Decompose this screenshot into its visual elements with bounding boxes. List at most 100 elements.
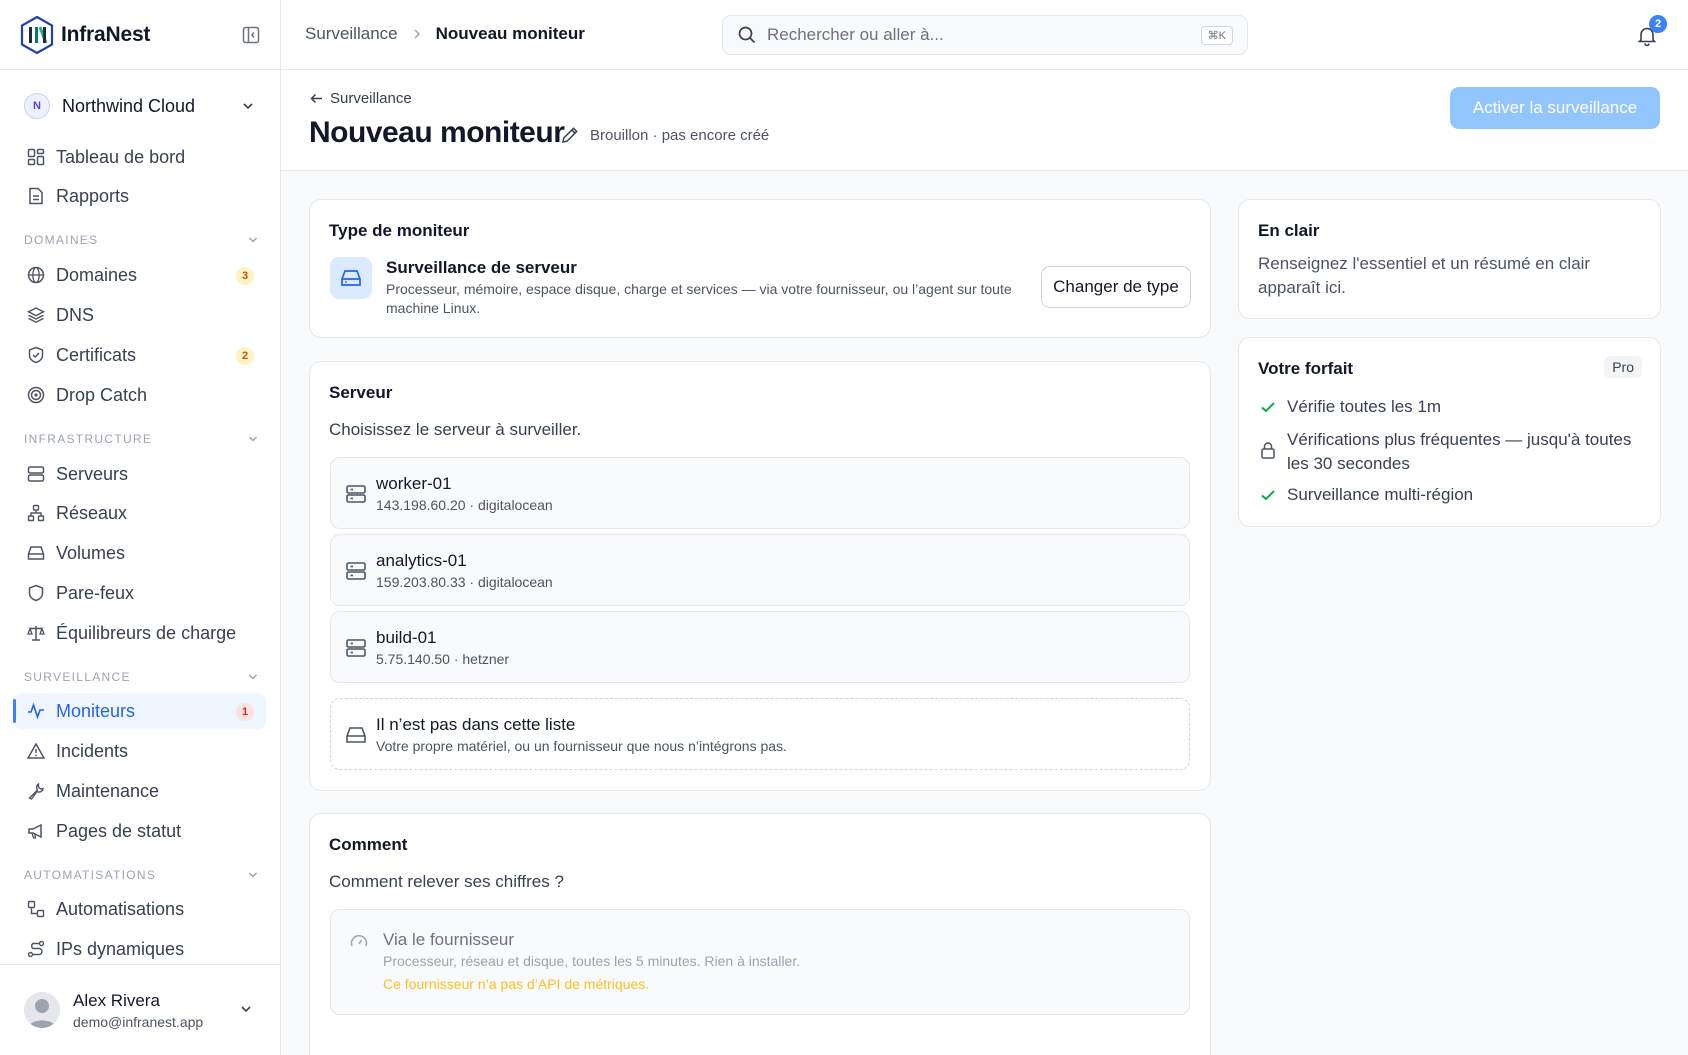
monitor-type-description: Processeur, mémoire, espace disque, char…: [386, 281, 1012, 316]
sidebar-item-volumes[interactable]: Volumes: [14, 535, 266, 571]
server-icon: [346, 562, 366, 580]
sidebar-item-label: Domaines: [56, 264, 138, 285]
monitor-type-name: Surveillance de serveur: [386, 258, 577, 277]
server-option-other[interactable]: Il n’est pas dans cette liste Votre prop…: [330, 698, 1190, 770]
server-card: Serveur Choisissez le serveur à surveill…: [309, 361, 1211, 791]
sidebar-collapse-icon[interactable]: [242, 26, 260, 44]
sidebar-item-servers[interactable]: Serveurs: [14, 456, 266, 492]
dashboard-icon: [26, 147, 46, 167]
back-link[interactable]: Surveillance: [309, 90, 412, 107]
sidebar-item-label: Certificats: [56, 344, 137, 365]
sidebar-item-incidents[interactable]: Incidents: [14, 733, 266, 769]
section-label: AUTOMATISATIONS: [24, 868, 157, 882]
server-option[interactable]: worker-01 143.198.60.20 · digitalocean: [330, 457, 1190, 529]
sidebar-item-label: Incidents: [56, 740, 129, 761]
section-monitoring[interactable]: SURVEILLANCE: [24, 668, 260, 686]
sidebar-item-label: DNS: [56, 304, 95, 325]
draft-status: Brouillon · pas encore créé: [590, 127, 770, 144]
plan-feature-locked: Vérifications plus fréquentes — jusqu'à …: [1258, 428, 1637, 476]
user-name: Alex Rivera: [73, 990, 160, 1010]
sidebar-item-monitors[interactable]: Moniteurs 1: [13, 693, 266, 729]
chevron-down-icon: [248, 872, 258, 878]
plan-feature: Surveillance multi-région: [1258, 483, 1637, 507]
method-warning: Ce fournisseur n’a pas d’API de métrique…: [383, 976, 650, 992]
section-infrastructure[interactable]: INFRASTRUCTURE: [24, 430, 260, 448]
chevron-down-icon: [248, 436, 258, 442]
layers-icon: [26, 305, 46, 325]
gauge-icon: [350, 935, 368, 947]
plan-card: Votre forfait Pro Vérifie toutes les 1m …: [1238, 337, 1661, 527]
org-switcher[interactable]: N Northwind Cloud: [0, 86, 280, 126]
server-name: build-01: [376, 628, 437, 647]
server-meta: 159.203.80.33 · digitalocean: [376, 574, 553, 590]
change-type-button[interactable]: Changer de type: [1041, 266, 1191, 308]
infranest-logo-icon: [20, 15, 54, 54]
chevron-down-icon: [241, 1006, 251, 1013]
card-title: Type de moniteur: [329, 221, 470, 240]
lock-icon: [1261, 442, 1275, 459]
activity-icon: [26, 701, 46, 721]
section-automations[interactable]: AUTOMATISATIONS: [24, 866, 260, 884]
sidebar-item-reports[interactable]: Rapports: [14, 178, 266, 214]
section-domains[interactable]: DOMAINES: [24, 231, 260, 249]
plain-summary-text: Renseignez l'essentiel et un résumé en c…: [1258, 254, 1591, 297]
hard-drive-icon: [26, 543, 46, 563]
breadcrumb-current: Nouveau moniteur: [435, 24, 585, 43]
card-title: Comment: [329, 835, 408, 854]
card-title: Serveur: [329, 383, 393, 402]
sidebar-item-networks[interactable]: Réseaux: [14, 495, 266, 531]
monitor-type-card: Type de moniteur Surveillance de serveur…: [309, 199, 1211, 338]
sidebar-item-firewalls[interactable]: Pare-feux: [14, 575, 266, 611]
sidebar-item-label: Pare-feux: [56, 582, 135, 603]
user-email: demo@infranest.app: [73, 1013, 204, 1030]
sidebar-item-certificates[interactable]: Certificats 2: [14, 337, 266, 373]
search-input[interactable]: Rechercher ou aller à... ⌘K: [722, 15, 1248, 55]
sidebar-item-automations[interactable]: Automatisations: [14, 891, 266, 927]
count-badge: 3: [236, 267, 254, 285]
sidebar-item-label: Pages de statut: [56, 820, 182, 841]
page-title: Nouveau moniteur: [309, 116, 565, 149]
topbar: Surveillance Nouveau moniteur Rechercher…: [281, 0, 1688, 70]
sidebar-item-dynamic-ips[interactable]: IPs dynamiques: [14, 931, 266, 967]
search-placeholder: Rechercher ou aller à...: [767, 25, 944, 44]
check-icon: [1261, 490, 1275, 501]
hard-drive-icon: [346, 727, 366, 743]
pencil-icon[interactable]: [560, 125, 580, 145]
plain-summary-card: En clair Renseignez l'essentiel et un ré…: [1238, 199, 1661, 319]
network-icon: [26, 503, 46, 523]
sidebar-item-label: Serveurs: [56, 463, 129, 484]
sidebar-item-dns[interactable]: DNS: [14, 297, 266, 333]
megaphone-icon: [26, 821, 46, 841]
section-label: DOMAINES: [24, 233, 99, 247]
brand[interactable]: InfraNest: [0, 0, 280, 70]
activate-monitoring-button[interactable]: Activer la surveillance: [1450, 87, 1660, 129]
notification-badge: 2: [1649, 15, 1667, 33]
route-icon: [26, 939, 46, 959]
report-icon: [26, 186, 46, 206]
plan-feature-label: Vérifications plus fréquentes — jusqu'à …: [1287, 430, 1632, 473]
sidebar-item-status-pages[interactable]: Pages de statut: [14, 813, 266, 849]
method-name: Via le fournisseur: [383, 930, 515, 949]
plan-feature-label: Vérifie toutes les 1m: [1287, 397, 1442, 416]
user-menu[interactable]: Alex Rivera demo@infranest.app: [0, 964, 280, 1055]
sidebar-item-label: Volumes: [56, 542, 126, 563]
notifications-button[interactable]: 2: [1635, 15, 1667, 50]
shield-icon: [26, 583, 46, 603]
breadcrumb-parent[interactable]: Surveillance: [305, 24, 398, 44]
breadcrumb: Surveillance Nouveau moniteur: [305, 24, 585, 44]
sidebar-item-label: Maintenance: [56, 780, 160, 801]
server-option[interactable]: build-01 5.75.140.50 · hetzner: [330, 611, 1190, 683]
server-meta: Votre propre matériel, ou un fournisseur…: [376, 738, 787, 754]
sidebar-item-label: Automatisations: [56, 898, 185, 919]
check-icon: [1261, 402, 1275, 413]
sidebar-item-maintenance[interactable]: Maintenance: [14, 773, 266, 809]
sidebar-item-load-balancers[interactable]: Équilibreurs de charge: [14, 615, 266, 651]
sidebar-item-domains[interactable]: Domaines 3: [14, 257, 266, 293]
server-option[interactable]: analytics-01 159.203.80.33 · digitalocea…: [330, 534, 1190, 606]
server-icon: [26, 464, 46, 484]
sidebar-item-dropcatch[interactable]: Drop Catch: [14, 377, 266, 413]
sidebar: InfraNest N Northwind Cloud Tableau de b…: [0, 0, 281, 1055]
globe-icon: [26, 265, 46, 285]
sidebar-item-dashboard[interactable]: Tableau de bord: [14, 139, 266, 175]
method-option-provider[interactable]: Via le fournisseur Processeur, réseau et…: [330, 909, 1190, 1015]
